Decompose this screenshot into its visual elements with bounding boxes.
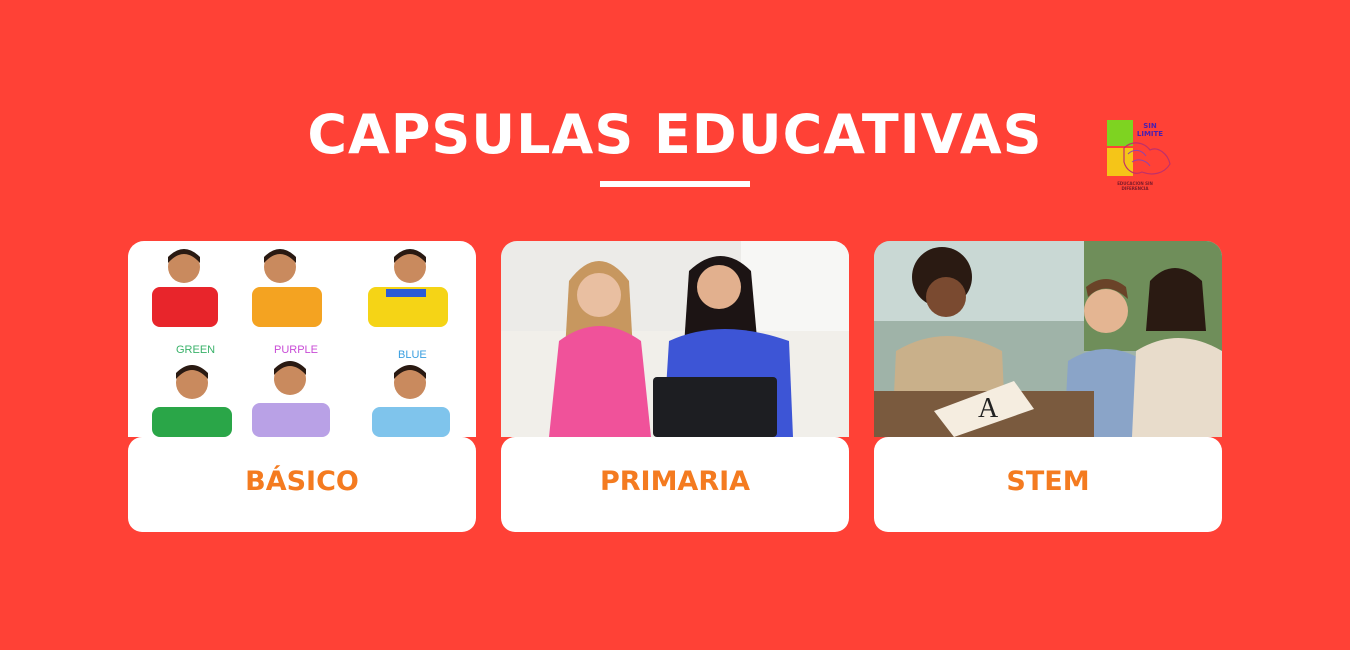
title-underline — [600, 181, 750, 187]
logo-text: SIN LIMITE — [1136, 122, 1164, 138]
color-word-purple: PURPLE — [274, 344, 319, 356]
card-basico[interactable]: GREEN PURPLE BLUE BÁSICO — [128, 241, 476, 532]
color-word-green: GREEN — [176, 344, 216, 356]
primaria-label: PRIMARIA — [599, 466, 751, 497]
stem-label-box[interactable]: STEM — [874, 437, 1222, 532]
primaria-label-box[interactable]: PRIMARIA — [501, 437, 849, 532]
basico-label: BÁSICO — [245, 466, 359, 497]
primaria-photo — [501, 241, 849, 437]
stem-label: STEM — [1006, 466, 1090, 497]
card-primaria[interactable]: PRIMARIA — [501, 241, 849, 532]
card-stem[interactable]: A STEM — [874, 241, 1222, 532]
basico-photo: GREEN PURPLE BLUE — [128, 241, 476, 437]
logo-caption: EDUCACION SIN DIFERENCIA — [1117, 181, 1153, 191]
basico-label-box[interactable]: BÁSICO — [128, 437, 476, 532]
svg-text:A: A — [978, 393, 999, 424]
color-word-blue: BLUE — [398, 349, 427, 361]
stem-photo: A — [874, 241, 1222, 437]
